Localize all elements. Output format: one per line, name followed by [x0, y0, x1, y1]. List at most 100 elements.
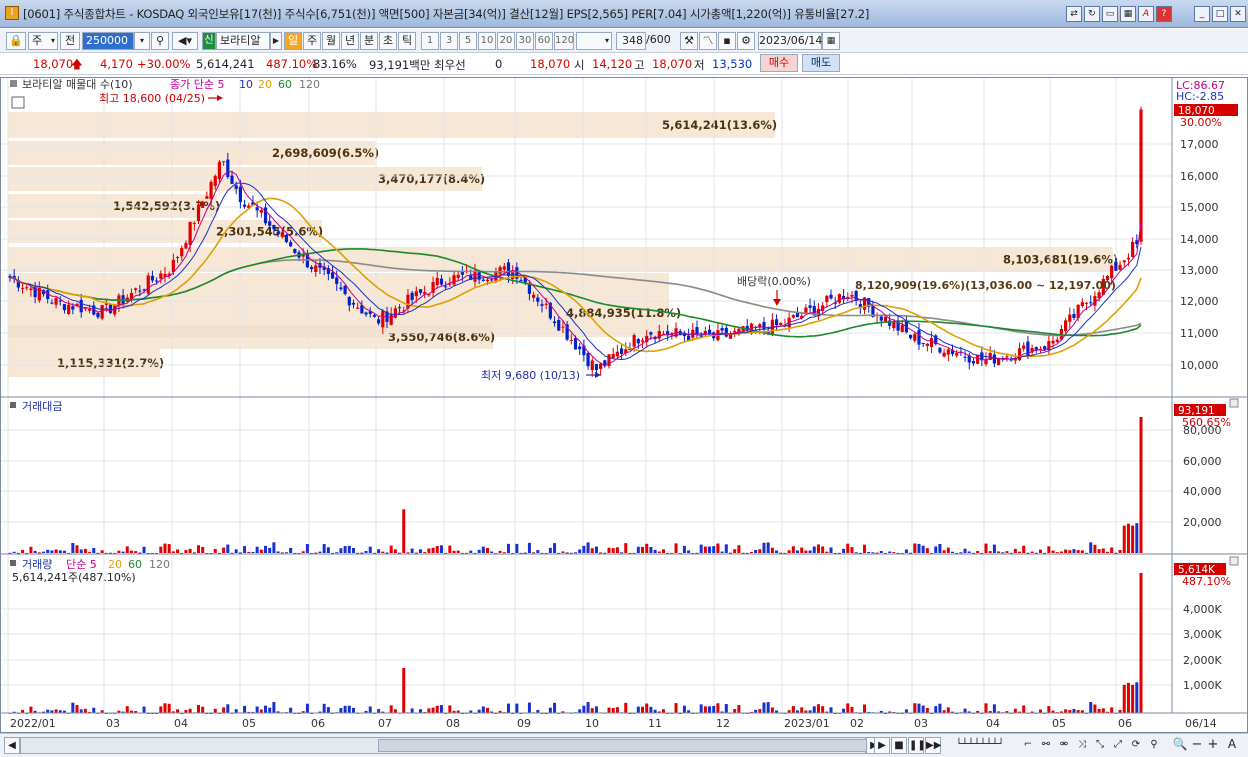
trade-value-bar: [536, 550, 540, 553]
scroll-left-icon[interactable]: ◀: [4, 737, 20, 754]
refresh-icon[interactable]: ↻: [1084, 6, 1100, 22]
zoom-out-icon[interactable]: −: [1190, 737, 1204, 754]
save-icon[interactable]: ▪: [718, 32, 736, 50]
maximize-icon[interactable]: □: [1212, 6, 1228, 22]
draw-tool-5-icon[interactable]: ⤡: [1092, 737, 1108, 754]
search-icon[interactable]: ⚲: [151, 32, 169, 50]
draw-tool-1-icon[interactable]: ⌐: [1020, 737, 1036, 754]
prev-button[interactable]: 전: [60, 32, 80, 50]
step-20[interactable]: 20: [497, 32, 515, 50]
zoom-icon[interactable]: 🔍: [1172, 737, 1188, 754]
settings-icon[interactable]: ⚙: [737, 32, 755, 50]
stock-chart[interactable]: 5,614,241(13.6%) 2,698,609(6.5%) 3,470,177…: [0, 77, 1248, 733]
calendar-icon[interactable]: ▦: [822, 32, 840, 50]
grid-toggle-icon[interactable]: [11, 96, 25, 109]
draw-tool-2-icon[interactable]: ⚯: [1038, 737, 1054, 754]
draw-tool-8-icon[interactable]: ⚲: [1146, 737, 1162, 754]
step-5[interactable]: 5: [459, 32, 477, 50]
trade-value-bar: [586, 542, 590, 553]
play-icon[interactable]: ▶: [874, 737, 890, 754]
speed-slider[interactable]: └┴┴┴┴┴┴┘: [944, 737, 1016, 754]
zoom-in-icon[interactable]: +: [1206, 737, 1220, 754]
trade-value-bar: [791, 546, 795, 553]
buy-button[interactable]: 매수: [760, 54, 798, 72]
stock-arrow-icon[interactable]: ▶: [270, 32, 282, 50]
legend-ma5: 종가 단순 5: [170, 78, 224, 91]
up-arrow-icon: 🡅: [71, 57, 83, 71]
type-select[interactable]: 주 ▾: [28, 32, 58, 50]
trade-value-bar: [314, 552, 318, 554]
tab-minute[interactable]: 분: [360, 32, 378, 50]
step-1[interactable]: 1: [421, 32, 439, 50]
stop-icon[interactable]: ■: [891, 737, 907, 754]
minimize-icon[interactable]: _: [1194, 6, 1210, 22]
code-dropdown-icon[interactable]: ▾: [134, 32, 150, 50]
draw-tool-6-icon[interactable]: ⤢: [1110, 737, 1126, 754]
candle-body: [372, 315, 377, 317]
tool-icon[interactable]: ⚒: [680, 32, 698, 50]
draw-tool-7-icon[interactable]: ⟳: [1128, 737, 1144, 754]
trade-value-bar: [42, 551, 46, 553]
lock-icon[interactable]: 🔒: [6, 32, 26, 50]
scroll-thumb[interactable]: [378, 739, 868, 752]
trade-value-bar: [611, 548, 615, 553]
font-icon[interactable]: A: [1138, 6, 1154, 22]
volume-bar: [71, 702, 75, 713]
x-tick-label: 06: [1118, 717, 1132, 730]
sell-button[interactable]: 매도: [802, 54, 840, 72]
volume-bar: [92, 707, 96, 713]
font-size-icon[interactable]: A: [1224, 737, 1240, 754]
count-input[interactable]: 348: [616, 32, 646, 50]
table-icon[interactable]: ▦: [1120, 6, 1136, 22]
trade-value-bar: [255, 546, 259, 553]
trade-value-bar: [29, 546, 33, 553]
close-icon[interactable]: ✕: [1230, 6, 1246, 22]
candle-body: [456, 274, 460, 278]
bottom-toolbar: ◀ ▶ ▶ ■ ❚❚ ▶▶ └┴┴┴┴┴┴┘ ⌐ ⚯ ⚮ ⤨ ⤡ ⤢ ⟳ ⚲ 🔍…: [0, 733, 1248, 757]
stock-name: 보라티알: [216, 32, 270, 50]
trade-value-bar: [268, 547, 272, 553]
volume-bar: [243, 705, 247, 713]
volume-bar: [904, 709, 908, 713]
help-icon[interactable]: ?: [1156, 6, 1172, 22]
step-10[interactable]: 10: [478, 32, 496, 50]
trade-value-bar: [816, 544, 820, 553]
indicator-icon[interactable]: 〽: [699, 32, 717, 50]
fast-forward-icon[interactable]: ▶▶: [925, 737, 941, 754]
window-icon[interactable]: ▭: [1102, 6, 1118, 22]
step-3[interactable]: 3: [440, 32, 458, 50]
best-price: 18,070: [530, 57, 571, 71]
trade-value-bar: [301, 551, 305, 553]
speaker-icon[interactable]: ◀▾: [172, 32, 198, 50]
tab-year[interactable]: 년: [341, 32, 359, 50]
link-icon[interactable]: ⇄: [1066, 6, 1082, 22]
pause-icon[interactable]: ❚❚: [908, 737, 926, 754]
stock-tag: 신: [202, 32, 216, 50]
candle-body: [50, 302, 54, 304]
tab-tick[interactable]: 틱: [398, 32, 416, 50]
step-60[interactable]: 60: [535, 32, 553, 50]
trade-value-bar: [649, 546, 653, 553]
volume-bar: [527, 702, 531, 713]
candle-body: [67, 304, 71, 315]
chart-app-icon: I: [5, 6, 19, 20]
step-120[interactable]: 120: [554, 32, 574, 50]
tab-month[interactable]: 월: [322, 32, 340, 50]
step-input[interactable]: ▾: [576, 32, 612, 50]
code-input[interactable]: 250000: [82, 32, 134, 50]
volume-bar: [1072, 708, 1076, 713]
step-30[interactable]: 30: [516, 32, 534, 50]
x-tick-label: 2022/01: [10, 717, 56, 730]
volume-bar: [1089, 702, 1093, 713]
candle-body: [138, 290, 142, 292]
date-input[interactable]: 2023/06/14: [758, 32, 822, 50]
candle-body: [808, 305, 812, 308]
tab-second[interactable]: 초: [379, 32, 397, 50]
tab-day[interactable]: 일: [284, 32, 302, 50]
draw-tool-4-icon[interactable]: ⤨: [1074, 737, 1090, 754]
legend-volume-profile: 보라티알 매물대 수(10): [22, 77, 133, 91]
tab-week[interactable]: 주: [303, 32, 321, 50]
candle-body: [272, 224, 276, 230]
volume-bar: [661, 709, 665, 713]
draw-tool-3-icon[interactable]: ⚮: [1056, 737, 1072, 754]
